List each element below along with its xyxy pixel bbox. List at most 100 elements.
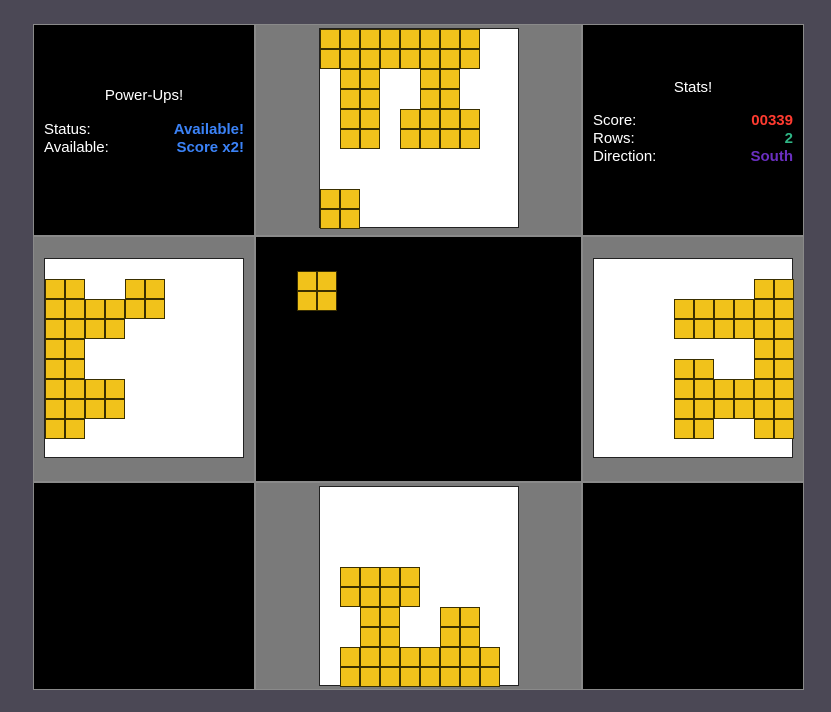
tetris-block — [360, 129, 380, 149]
west-cell — [33, 236, 255, 482]
tetris-block — [674, 419, 694, 439]
north-board[interactable] — [319, 28, 519, 229]
tetris-block — [420, 89, 440, 109]
tetris-block — [320, 49, 340, 69]
falling-piece[interactable] — [297, 271, 337, 311]
status-label: Status: — [44, 121, 91, 138]
tetris-block — [360, 607, 380, 627]
tetris-block — [297, 291, 317, 311]
tetris-block — [380, 29, 400, 49]
tetris-block — [440, 129, 460, 149]
tetris-block — [420, 109, 440, 129]
tetris-block — [420, 667, 440, 687]
score-value: 00339 — [751, 112, 793, 129]
tetris-block — [105, 319, 125, 339]
tetris-block — [674, 379, 694, 399]
tetris-block — [440, 627, 460, 647]
tetris-block — [674, 399, 694, 419]
tetris-block — [400, 587, 420, 607]
tetris-block — [754, 279, 774, 299]
tetris-block — [440, 69, 460, 89]
tetris-block — [440, 29, 460, 49]
tetris-block — [774, 399, 794, 419]
tetris-block — [734, 319, 754, 339]
north-cell — [255, 24, 582, 236]
tetris-block — [380, 49, 400, 69]
east-board[interactable] — [593, 258, 794, 458]
stats-panel: Stats! Score: 00339 Rows: 2 Direction: S… — [582, 24, 804, 236]
tetris-block — [754, 379, 774, 399]
tetris-block — [400, 567, 420, 587]
bottom-right-empty — [582, 482, 804, 690]
tetris-block — [297, 271, 317, 291]
tetris-block — [400, 109, 420, 129]
tetris-block — [754, 399, 774, 419]
tetris-block — [360, 69, 380, 89]
tetris-block — [440, 89, 460, 109]
tetris-block — [420, 69, 440, 89]
tetris-block — [85, 319, 105, 339]
tetris-block — [460, 29, 480, 49]
tetris-block — [317, 291, 337, 311]
tetris-block — [360, 647, 380, 667]
tetris-block — [774, 299, 794, 319]
tetris-block — [460, 647, 480, 667]
tetris-block — [85, 379, 105, 399]
tetris-block — [85, 399, 105, 419]
tetris-block — [360, 29, 380, 49]
tetris-block — [360, 89, 380, 109]
rows-label: Rows: — [593, 130, 635, 147]
tetris-block — [45, 299, 65, 319]
available-label: Available: — [44, 139, 109, 156]
tetris-block — [380, 667, 400, 687]
tetris-block — [45, 339, 65, 359]
tetris-block — [340, 109, 360, 129]
tetris-block — [694, 299, 714, 319]
tetris-block — [360, 667, 380, 687]
tetris-block — [734, 299, 754, 319]
tetris-block — [380, 587, 400, 607]
tetris-block — [440, 607, 460, 627]
powerups-title: Power-Ups! — [104, 87, 184, 104]
tetris-block — [754, 419, 774, 439]
tetris-block — [460, 49, 480, 69]
tetris-block — [85, 299, 105, 319]
tetris-block — [340, 69, 360, 89]
tetris-block — [340, 89, 360, 109]
rows-value: 2 — [784, 130, 793, 147]
tetris-block — [105, 399, 125, 419]
tetris-block — [340, 189, 360, 209]
south-board[interactable] — [319, 486, 519, 687]
tetris-block — [400, 29, 420, 49]
tetris-block — [714, 299, 734, 319]
tetris-block — [65, 379, 85, 399]
tetris-block — [400, 129, 420, 149]
tetris-block — [45, 379, 65, 399]
tetris-block — [714, 319, 734, 339]
tetris-block — [320, 209, 340, 229]
tetris-block — [774, 279, 794, 299]
tetris-block — [65, 339, 85, 359]
tetris-block — [400, 647, 420, 667]
tetris-block — [45, 359, 65, 379]
tetris-block — [674, 299, 694, 319]
tetris-block — [440, 647, 460, 667]
tetris-block — [754, 359, 774, 379]
tetris-block — [340, 209, 360, 229]
tetris-block — [105, 379, 125, 399]
center-play-area[interactable] — [255, 236, 582, 482]
tetris-block — [125, 299, 145, 319]
tetris-block — [360, 627, 380, 647]
tetris-block — [340, 567, 360, 587]
tetris-block — [774, 359, 794, 379]
tetris-block — [65, 399, 85, 419]
tetris-block — [734, 399, 754, 419]
west-board[interactable] — [44, 258, 244, 458]
tetris-block — [105, 299, 125, 319]
tetris-block — [45, 399, 65, 419]
tetris-block — [45, 279, 65, 299]
tetris-block — [420, 29, 440, 49]
tetris-block — [45, 419, 65, 439]
tetris-block — [460, 667, 480, 687]
tetris-block — [400, 667, 420, 687]
